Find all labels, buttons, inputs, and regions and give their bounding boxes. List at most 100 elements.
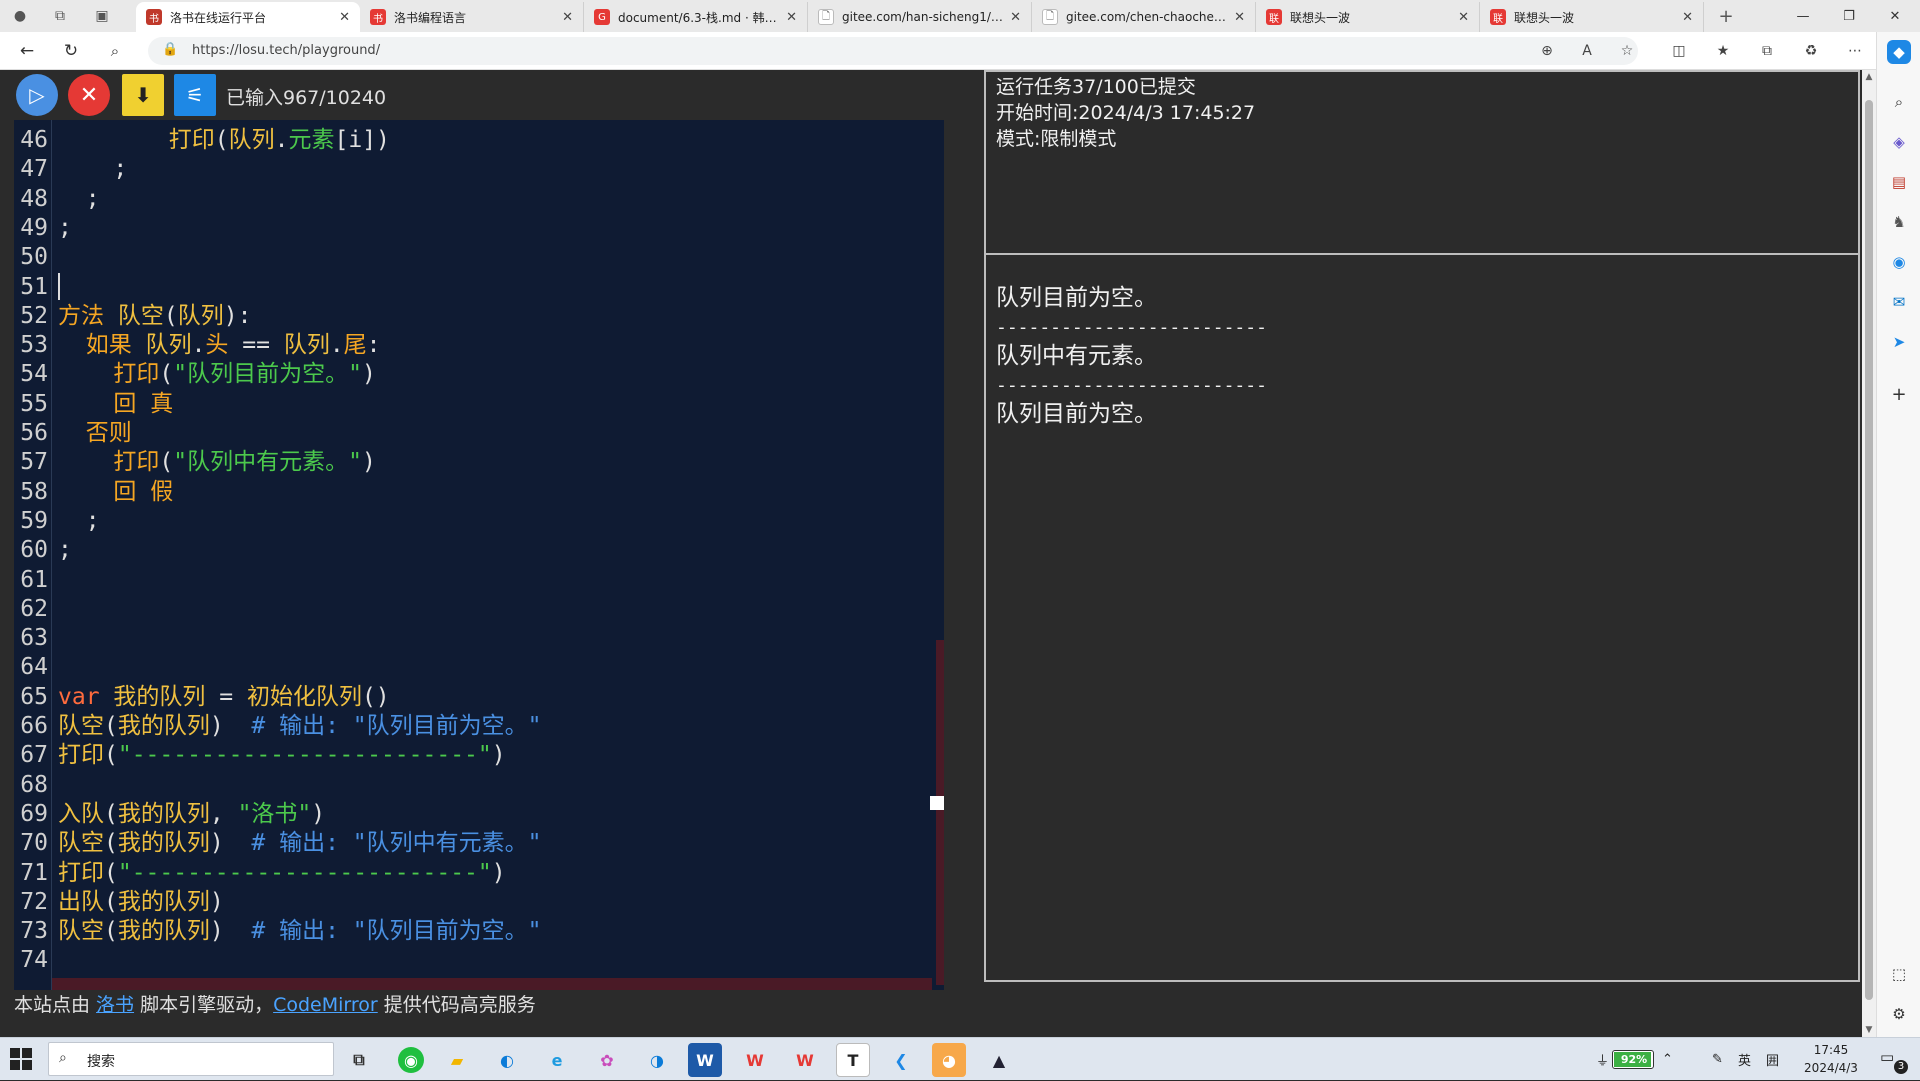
sidebar-add-icon[interactable]: + <box>1887 382 1911 406</box>
ime-language[interactable]: 英 <box>1738 1038 1751 1081</box>
code-line[interactable]: 68 <box>14 771 934 800</box>
stop-button[interactable]: ✕ <box>68 74 110 116</box>
browser-tab-2[interactable]: Gdocument/6.3-栈.md · 韩思诚/... ✕ <box>584 2 808 32</box>
extensions-icon[interactable]: ♻ <box>1800 41 1822 61</box>
collections-icon[interactable]: ⧉ <box>1756 41 1778 61</box>
more-menu-icon[interactable]: ⋯ <box>1844 41 1866 61</box>
power-plug-icon[interactable]: ⏚ <box>1596 1038 1609 1081</box>
refresh-icon[interactable]: ↻ <box>58 39 84 63</box>
code-line[interactable]: 47 ; <box>14 155 934 184</box>
split-screen-icon[interactable]: ◫ <box>1668 41 1690 61</box>
code-line[interactable]: 73 队空(我的队列) # 输出: "队列目前为空。" <box>14 917 934 946</box>
app-icon-flower[interactable]: ✿ <box>590 1043 624 1077</box>
ie-icon[interactable]: e <box>540 1043 574 1077</box>
ime-mode[interactable]: 囲 <box>1766 1038 1779 1081</box>
favorite-star-icon[interactable]: ☆ <box>1616 41 1638 61</box>
browser-tab-4[interactable]: 🗋 gitee.com/chen-chaochen/lpk ✕ <box>1032 2 1256 32</box>
microsoft365-icon[interactable]: ◉ <box>1887 250 1911 274</box>
zoom-icon[interactable]: ⊕ <box>1536 41 1558 61</box>
tab-close-icon[interactable]: ✕ <box>562 10 573 25</box>
taskbar-search[interactable]: ⌕ 搜索 <box>48 1042 334 1076</box>
edge-icon[interactable]: ◐ <box>490 1043 524 1077</box>
losu-link[interactable]: 洛书 <box>96 994 134 1016</box>
back-icon[interactable]: ← <box>14 39 40 63</box>
code-line[interactable]: 66 队空(我的队列) # 输出: "队列目前为空。" <box>14 712 934 741</box>
code-line[interactable]: 71 打印("-------------------------") <box>14 859 934 888</box>
wps-icon[interactable]: W <box>738 1043 772 1077</box>
site-info-icon[interactable]: 🔒 <box>162 42 178 57</box>
word-icon[interactable]: W <box>688 1043 722 1077</box>
sidebar-screenshot-icon[interactable]: ⬚ <box>1887 962 1911 986</box>
workspaces-icon[interactable]: ⧉ <box>48 4 72 28</box>
code-line[interactable]: 67 打印("-------------------------") <box>14 741 934 770</box>
windows-start-icon[interactable] <box>10 1048 32 1070</box>
taskbar-clock[interactable]: 17:45 2024/4/3 <box>1790 1041 1872 1077</box>
page-scrollbar[interactable]: ▲ ▼ <box>1862 70 1876 1037</box>
download-button[interactable]: ⬇ <box>122 74 164 116</box>
format-button[interactable]: ⚟ <box>174 74 216 116</box>
tray-overflow-icon[interactable]: ⌃ <box>1662 1038 1673 1081</box>
games-icon[interactable]: ♞ <box>1887 210 1911 234</box>
new-tab-icon[interactable]: + <box>1714 4 1738 28</box>
code-line[interactable]: 63 <box>14 624 934 653</box>
url-text[interactable]: https://losu.tech/playground/ <box>192 43 380 58</box>
tab-close-icon[interactable]: ✕ <box>339 10 350 25</box>
editor-hscroll[interactable] <box>52 978 932 990</box>
tab-close-icon[interactable]: ✕ <box>1010 10 1021 25</box>
typora-icon[interactable]: T <box>836 1043 870 1077</box>
tab-close-icon[interactable]: ✕ <box>1458 10 1469 25</box>
page-scroll-thumb[interactable] <box>1865 100 1873 1000</box>
browser-tab-5[interactable]: 联联想头一波 ✕ <box>1256 2 1480 32</box>
copilot-icon[interactable]: ◆ <box>1887 40 1911 64</box>
scroll-down-icon[interactable]: ▼ <box>1862 1023 1876 1037</box>
scroll-up-icon[interactable]: ▲ <box>1862 70 1876 84</box>
code-line[interactable]: 49; <box>14 214 934 243</box>
task-view-icon[interactable]: ⧉ <box>342 1043 376 1077</box>
browser-tab-1[interactable]: 书洛书编程语言 ✕ <box>360 2 584 32</box>
minimize-icon[interactable]: — <box>1780 0 1826 32</box>
run-button[interactable]: ▷ <box>16 74 58 116</box>
battery-indicator[interactable]: 92% <box>1612 1050 1654 1069</box>
browser-tab-0[interactable]: 书洛书在线运行平台 ✕ <box>136 2 360 32</box>
code-line[interactable]: 50 <box>14 243 934 272</box>
code-line[interactable]: 53 如果 队列.头 == 队列.尾: <box>14 331 934 360</box>
tab-close-icon[interactable]: ✕ <box>1682 10 1693 25</box>
notification-icon[interactable]: ▭ 3 <box>1880 1048 1908 1074</box>
code-line[interactable]: 64 <box>14 653 934 682</box>
profile-icon[interactable]: ● <box>8 4 32 28</box>
code-line[interactable]: 72 出队(我的队列) <box>14 888 934 917</box>
drop-icon[interactable]: ➤ <box>1887 330 1911 354</box>
code-line[interactable]: 74 <box>14 946 934 975</box>
code-line[interactable]: 51 <box>14 272 934 302</box>
code-line[interactable]: 48 ; <box>14 185 934 214</box>
sidebar-search-icon[interactable]: ⌕ <box>1887 90 1911 114</box>
code-line[interactable]: 54 打印("队列目前为空。") <box>14 360 934 389</box>
address-bar[interactable]: 🔒 https://losu.tech/playground/ <box>148 37 1638 65</box>
code-line[interactable]: 65 var 我的队列 = 初始化队列() <box>14 683 934 712</box>
code-line[interactable]: 59 ; <box>14 507 934 536</box>
vscode-icon[interactable]: ❮ <box>884 1043 918 1077</box>
code-line[interactable]: 52 方法 队空(队列): <box>14 302 934 331</box>
active-app-icon[interactable]: ◕ <box>932 1043 966 1077</box>
browser-tab-3[interactable]: 🗋 gitee.com/han-sicheng1/lpk/r ✕ <box>808 2 1032 32</box>
code-line[interactable]: 57 打印("队列中有元素。") <box>14 448 934 477</box>
tab-actions-icon[interactable]: ▣ <box>90 4 114 28</box>
code-line[interactable]: 61 <box>14 566 934 595</box>
favorites-icon[interactable]: ★ <box>1712 41 1734 61</box>
shopping-icon[interactable]: ◈ <box>1887 130 1911 154</box>
file-explorer-icon[interactable]: ▰ <box>440 1043 474 1077</box>
browser-tab-6[interactable]: 联联想头一波 ✕ <box>1480 2 1704 32</box>
tools-icon[interactable]: ▤ <box>1887 170 1911 194</box>
pen-icon[interactable]: ✎ <box>1712 1038 1723 1081</box>
editor-vscroll-thumb[interactable] <box>936 640 944 985</box>
code-editor[interactable]: 46 打印(队列.元素[i]) 47 ; 48 ; 49; 50 51 52 方法 队空(队列… <box>14 120 944 990</box>
edge-active-icon[interactable]: ◑ <box>640 1043 674 1077</box>
code-line[interactable]: 58 回 假 <box>14 478 934 507</box>
restore-icon[interactable]: ❐ <box>1826 0 1872 32</box>
code-line[interactable]: 46 打印(队列.元素[i]) <box>14 126 934 155</box>
wps-writer-icon[interactable]: W <box>788 1043 822 1077</box>
codemirror-link[interactable]: CodeMirror <box>273 994 378 1016</box>
read-aloud-icon[interactable]: A <box>1576 41 1598 61</box>
close-window-icon[interactable]: ✕ <box>1872 0 1918 32</box>
outlook-icon[interactable]: ✉ <box>1887 290 1911 314</box>
